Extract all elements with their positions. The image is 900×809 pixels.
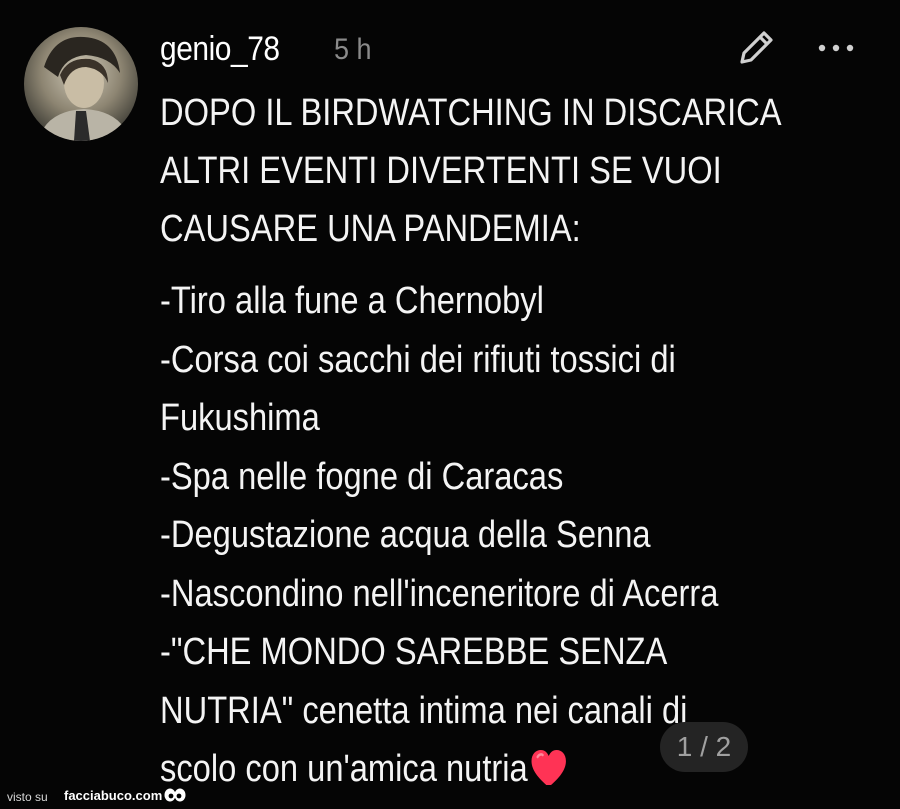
edit-button[interactable] [734, 26, 778, 70]
post-body: -Tiro alla fune a Chernobyl -Corsa coi s… [160, 272, 814, 799]
watermark-site: facciabuco.com [64, 788, 163, 803]
page-indicator[interactable]: 1 / 2 [660, 722, 748, 772]
eyes-icon [164, 788, 186, 802]
post-time: 5 h [334, 33, 372, 66]
post-headline: DOPO IL BIRDWATCHING IN DISCARICA ALTRI … [160, 84, 796, 258]
body-line: Fukushima [160, 397, 320, 439]
body-line-text: scolo con un'amica nutria [160, 748, 528, 790]
body-line: -Corsa coi sacchi dei rifiuti tossici di [160, 338, 676, 381]
pencil-icon [740, 31, 773, 64]
headline-line: CAUSARE UNA PANDEMIA: [160, 208, 581, 250]
body-line: -"CHE MONDO SAREBBE SENZA [160, 631, 668, 673]
more-horizontal-icon [818, 44, 854, 52]
body-line: -Tiro alla fune a Chernobyl [160, 280, 544, 322]
headline-line: ALTRI EVENTI DIVERTENTI SE VUOI [160, 150, 722, 192]
watermark-footer: visto su facciabuco.com [0, 785, 900, 809]
avatar[interactable] [24, 27, 138, 141]
watermark-prefix: visto su [7, 790, 48, 804]
body-line: -Nascondino nell'inceneritore di Acerra [160, 572, 719, 615]
body-line: -Degustazione acqua della Senna [160, 514, 651, 556]
headline-line: DOPO IL BIRDWATCHING IN DISCARICA [160, 92, 782, 134]
post-card: genio_78 5 h DOPO IL BIRDWATCHING IN DIS… [0, 0, 900, 790]
body-line: -Spa nelle fogne di Caracas [160, 455, 564, 498]
more-options-button[interactable] [816, 36, 860, 60]
username[interactable]: genio_78 [160, 30, 280, 69]
heart-icon [531, 750, 566, 787]
